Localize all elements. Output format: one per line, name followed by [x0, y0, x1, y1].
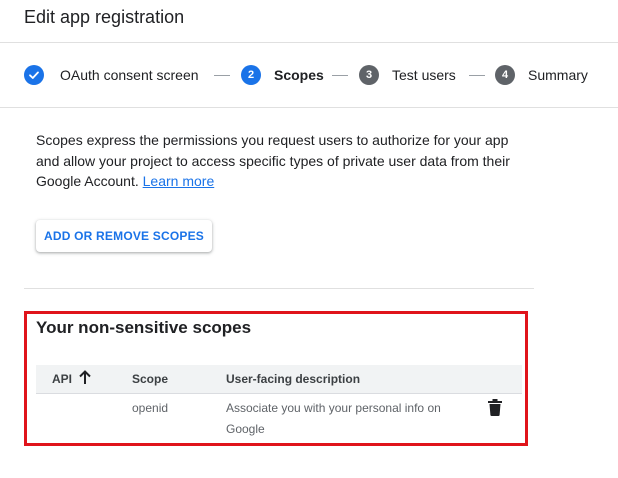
step-number-badge: 2	[241, 65, 261, 85]
step-label: Test users	[392, 67, 456, 83]
step-label: OAuth consent screen	[60, 67, 199, 83]
step-label: Summary	[528, 67, 588, 83]
description-cell: Associate you with your personal info on…	[226, 401, 441, 436]
step-oauth-consent-screen[interactable]: OAuth consent screen	[24, 65, 199, 85]
step-test-users[interactable]: 3 Test users	[359, 65, 456, 85]
table-row: openid Associate you with your personal …	[36, 394, 522, 440]
page-title: Edit app registration	[24, 7, 185, 27]
scopes-intro-text: Scopes express the permissions you reque…	[36, 130, 526, 192]
column-header-api[interactable]: API	[52, 372, 72, 386]
column-header-scope: Scope	[132, 372, 169, 386]
intro-text: Scopes express the permissions you reque…	[36, 132, 510, 189]
step-label: Scopes	[274, 67, 324, 83]
arrow-up-icon[interactable]	[78, 369, 92, 388]
non-sensitive-scopes-title: Your non-sensitive scopes	[36, 318, 252, 337]
learn-more-link[interactable]: Learn more	[143, 173, 215, 189]
step-summary[interactable]: 4 Summary	[495, 65, 588, 85]
edit-app-registration-page: Edit app registration OAuth consent scre…	[0, 0, 618, 478]
trash-icon[interactable]	[488, 399, 506, 419]
column-header-description: User-facing description	[226, 372, 361, 386]
check-icon	[24, 65, 44, 85]
section-divider	[24, 288, 534, 289]
stepper: OAuth consent screen 2 Scopes 3 Test use…	[0, 43, 618, 108]
step-number-badge: 3	[359, 65, 379, 85]
step-connector	[214, 75, 230, 76]
step-scopes[interactable]: 2 Scopes	[241, 65, 324, 85]
scopes-table-header: API Scope User-facing description	[36, 365, 522, 394]
title-bar: Edit app registration	[0, 0, 618, 43]
add-or-remove-scopes-button[interactable]: ADD OR REMOVE SCOPES	[36, 220, 212, 252]
step-number-badge: 4	[495, 65, 515, 85]
step-connector	[469, 75, 485, 76]
step-connector	[332, 75, 348, 76]
scope-cell: openid	[132, 401, 169, 415]
